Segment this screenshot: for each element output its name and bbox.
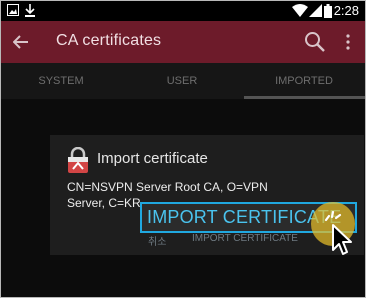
image-icon (7, 4, 19, 16)
search-icon[interactable] (304, 31, 326, 53)
back-arrow-icon[interactable] (13, 35, 29, 49)
signal-icon (309, 4, 322, 17)
import-certificate-button[interactable]: IMPORT CERTIFICATE (192, 233, 298, 244)
dialog-title: Import certificate (97, 150, 208, 167)
more-vert-icon[interactable] (345, 34, 351, 50)
page-title: CA certificates (56, 32, 162, 49)
cancel-button[interactable]: 취소 (148, 233, 166, 248)
phone-screen: 2:28 CA certificates SYSTEM USER IMPORTE… (0, 0, 366, 298)
download-icon (25, 4, 35, 17)
tab-bar: SYSTEM USER IMPORTED (1, 63, 365, 99)
status-bar: 2:28 (1, 1, 365, 21)
tab-user[interactable]: USER (132, 75, 232, 87)
action-bar: CA certificates (1, 21, 365, 63)
wifi-icon (292, 4, 308, 17)
mouse-pointer-icon (332, 224, 352, 255)
tab-imported[interactable]: IMPORTED (254, 75, 354, 87)
certificate-lock-icon (68, 147, 88, 173)
battery-icon (324, 4, 332, 18)
tab-system[interactable]: SYSTEM (11, 75, 111, 87)
status-time: 2:28 (333, 3, 359, 18)
